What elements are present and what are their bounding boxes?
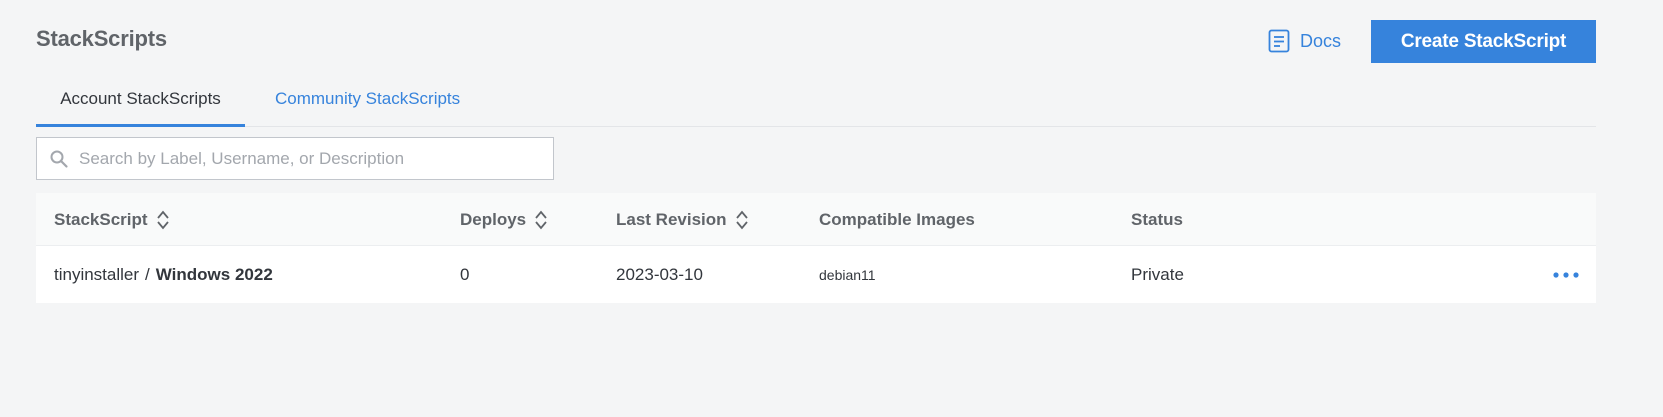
column-label: Deploys [460, 209, 527, 229]
tab-bar: Account StackScripts Community StackScri… [36, 78, 1596, 127]
create-stackscript-button[interactable]: Create StackScript [1371, 20, 1596, 63]
tab-community-stackscripts[interactable]: Community StackScripts [265, 78, 470, 127]
owner-separator: / [145, 264, 150, 284]
cell-status: Private [1131, 264, 1184, 284]
sort-icon [535, 210, 547, 229]
document-icon [1268, 29, 1290, 53]
column-header-deploys[interactable]: Deploys [460, 193, 548, 246]
stackscripts-table: StackScript Deploys Last Revision Compat… [36, 193, 1596, 303]
page-title: StackScripts [36, 26, 167, 51]
column-label: Status [1131, 209, 1183, 229]
cell-compatible-images: debian11 [819, 266, 876, 283]
column-header-compatible-images: Compatible Images [819, 193, 975, 246]
cell-last-revision: 2023-03-10 [616, 264, 703, 284]
column-label: StackScript [54, 209, 148, 229]
docs-label: Docs [1300, 30, 1342, 51]
more-horizontal-icon [1553, 272, 1579, 278]
sort-icon [735, 210, 748, 229]
column-header-status: Status [1131, 193, 1183, 246]
search-icon [50, 150, 68, 168]
cell-stackscript: tinyinstaller / Windows 2022 [54, 246, 273, 303]
stackscript-owner: tinyinstaller [54, 264, 140, 284]
table-header: StackScript Deploys Last Revision Compat… [36, 193, 1596, 246]
stackscripts-page: StackScripts Docs Create StackScript Acc… [0, 0, 1663, 417]
column-label: Last Revision [616, 209, 727, 229]
cell-deploys: 0 [460, 264, 470, 284]
search-field [36, 137, 554, 180]
stackscript-label[interactable]: Windows 2022 [156, 265, 273, 285]
table-row[interactable]: tinyinstaller / Windows 2022 0 2023-03-1… [36, 246, 1596, 303]
column-label: Compatible Images [819, 209, 975, 229]
tab-account-stackscripts[interactable]: Account StackScripts [36, 78, 245, 127]
sort-icon [156, 210, 169, 229]
column-header-last-revision[interactable]: Last Revision [616, 193, 749, 246]
column-header-stackscript[interactable]: StackScript [54, 193, 170, 246]
docs-link[interactable]: Docs [1268, 29, 1341, 53]
row-actions-button[interactable] [1546, 260, 1586, 290]
search-input[interactable] [79, 138, 553, 179]
